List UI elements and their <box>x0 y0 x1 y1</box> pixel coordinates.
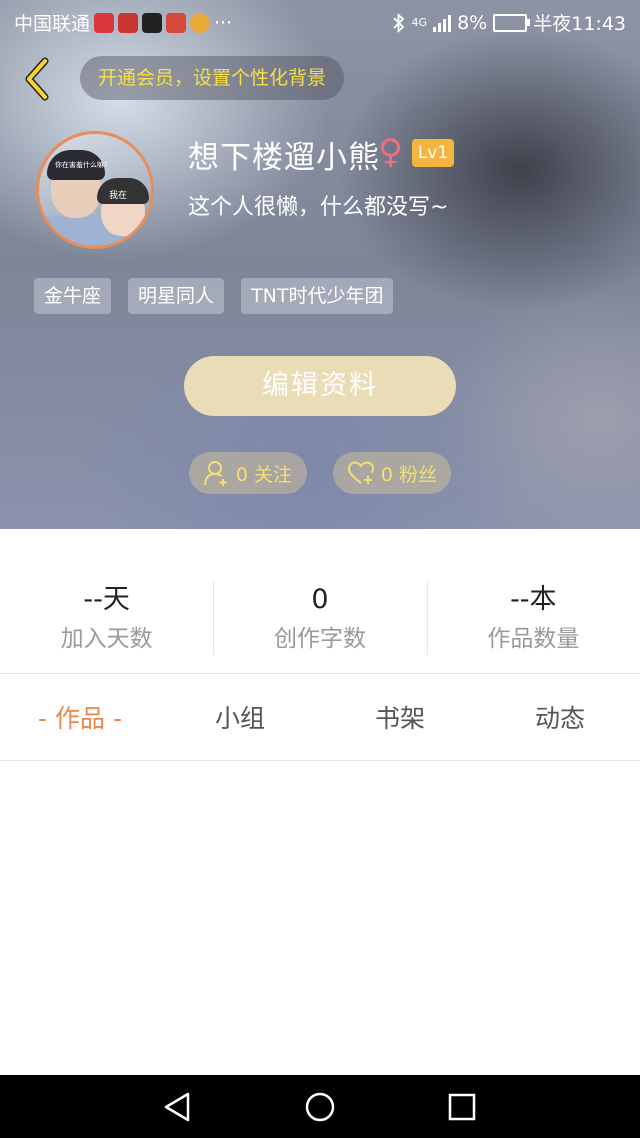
signal-icon <box>433 14 452 32</box>
app-notification-icon <box>190 12 211 33</box>
tag-zodiac[interactable]: 金牛座 <box>34 278 112 314</box>
profile-header-background: 中国联通 ··· 4G 8% 半夜11:43 开通会员，设置个性化背景 你在害羞… <box>0 0 640 529</box>
book-app-icon <box>166 12 187 33</box>
back-triangle-icon[interactable] <box>158 1089 198 1125</box>
divider <box>0 760 640 761</box>
clock: 半夜11:43 <box>533 13 626 35</box>
avatar[interactable]: 你在害羞什么嘛? 我在 <box>36 131 154 249</box>
heart-icon <box>347 461 374 484</box>
stat-label: 作品数量 <box>487 626 580 652</box>
stat-word-count: 0 创作字数 <box>213 575 426 657</box>
stat-value: 0 <box>311 584 329 615</box>
battery-percent: 8% <box>457 11 488 34</box>
stats-row: --天 加入天数 0 创作字数 --本 作品数量 <box>0 575 640 657</box>
more-notifications-icon: ··· <box>214 11 233 34</box>
home-circle-icon[interactable] <box>300 1089 340 1125</box>
following-button[interactable]: 0 关注 <box>189 452 307 494</box>
fans-button[interactable]: 0 粉丝 <box>333 452 451 494</box>
system-navigation-bar <box>0 1075 640 1138</box>
divider <box>0 673 640 674</box>
edit-profile-button[interactable]: 编辑资料 <box>184 356 456 416</box>
app-notification-icon <box>94 12 115 33</box>
stat-label: 加入天数 <box>60 626 153 652</box>
following-count: 0 关注 <box>235 463 293 486</box>
app-notification-icon <box>118 12 139 33</box>
user-bio: 这个人很懒，什么都没写~ <box>188 195 449 220</box>
add-user-icon <box>203 461 227 486</box>
avatar-caption: 我在 <box>109 191 128 201</box>
bluetooth-icon <box>392 12 404 33</box>
stat-value: --天 <box>83 584 130 615</box>
avatar-caption: 你在害羞什么嘛? <box>55 161 108 169</box>
stat-label: 创作字数 <box>273 626 366 652</box>
stat-join-days: --天 加入天数 <box>0 575 213 657</box>
level-badge: Lv1 <box>412 139 454 167</box>
profile-tabs: - 作品 - 小组 书架 动态 <box>0 690 640 748</box>
tab-activity[interactable]: 动态 <box>480 690 640 748</box>
profile-tags: 金牛座 明星同人 TNT时代少年团 <box>34 278 394 314</box>
app-notification-icon <box>142 12 163 33</box>
status-bar: 中国联通 ··· 4G 8% 半夜11:43 <box>0 0 640 42</box>
tag-fanfic[interactable]: 明星同人 <box>128 278 225 314</box>
tab-works[interactable]: - 作品 - <box>0 690 160 748</box>
female-gender-icon: ♀ <box>378 132 403 172</box>
chevron-left-icon <box>25 57 49 101</box>
tab-bookshelf[interactable]: 书架 <box>320 690 480 748</box>
vip-upgrade-banner[interactable]: 开通会员，设置个性化背景 <box>80 56 345 100</box>
tag-group[interactable]: TNT时代少年团 <box>241 278 394 314</box>
fans-count: 0 粉丝 <box>380 463 438 486</box>
tab-groups[interactable]: 小组 <box>160 690 320 748</box>
stat-value: --本 <box>510 584 557 615</box>
network-type: 4G <box>411 16 428 29</box>
username: 想下楼遛小熊 <box>188 140 380 176</box>
stat-works-count: --本 作品数量 <box>426 575 640 657</box>
carrier-name: 中国联通 <box>14 13 91 35</box>
recents-square-icon[interactable] <box>442 1089 482 1125</box>
battery-icon <box>493 13 531 32</box>
back-button[interactable] <box>14 54 58 104</box>
